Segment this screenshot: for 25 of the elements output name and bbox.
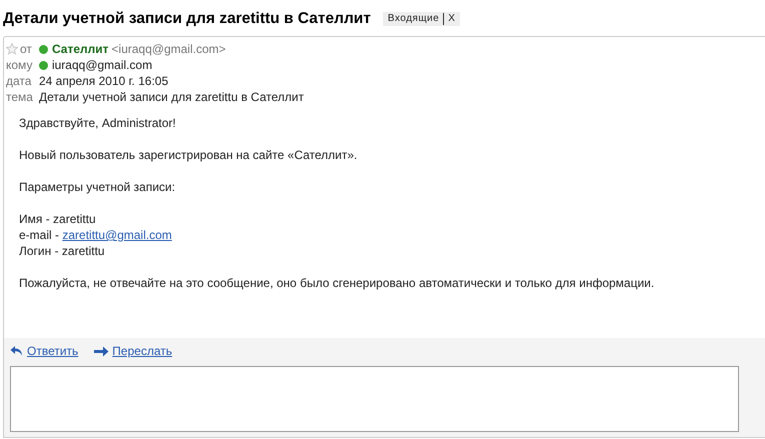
sender-name: Сателлит [52,41,109,57]
header-label: кому [6,57,32,73]
forward-link[interactable]: Переслать [112,344,172,358]
reply-field[interactable] [10,366,739,432]
header-label: дата [6,73,32,89]
body-text: Здравствуйте, Administrator! [19,115,177,131]
header-label: тема [6,89,33,105]
header-value: Детали учетной записи для zaretittu в Сателлит [38,89,304,105]
body-text: Логин - zaretittu [19,243,106,259]
header-value: iuraqq@gmail.com [52,57,152,73]
body-text: e-mail - [19,227,60,243]
body-text: Новый пользователь зарегистрирован на сайте «Сателлит». [19,147,358,163]
reply-arrow-icon [10,345,24,357]
body-text: Параметры учетной записи: [19,179,176,195]
label-tag[interactable]: Входящие X [382,12,460,26]
header-value: <iuraqq@gmail.com> [112,41,226,57]
body-text: Пожалуйста, не отвечайте на это сообщение, оно было сгенерировано автоматически и только для информации. [19,275,656,291]
email-link[interactable]: zaretittu@gmail.com [62,227,172,243]
reply-link[interactable]: Ответить [27,344,78,358]
body-text: Имя - zaretittu [19,211,97,227]
email-subject: Детали учетной записи для zaretittu в Сателлит [3,10,371,28]
header-label: от [20,41,32,57]
header-value: 24 апреля 2010 г. 16:05 [38,73,168,89]
star-icon[interactable] [6,43,18,55]
forward-arrow-icon [94,346,110,356]
